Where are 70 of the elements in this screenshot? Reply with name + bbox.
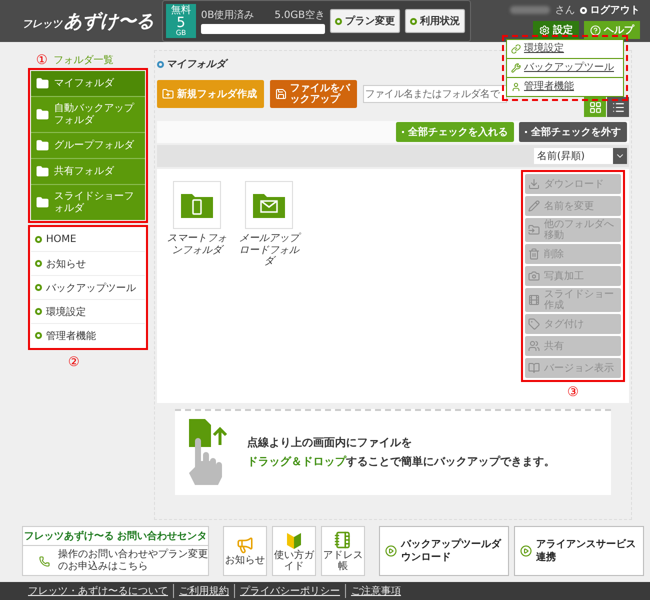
trash-icon <box>528 248 540 260</box>
free-space-label: 5.0GB空き <box>274 8 325 22</box>
folder-icon <box>36 165 49 178</box>
grid-view-toggle[interactable] <box>584 97 606 117</box>
search-field[interactable]: ファイル名またはフォルダ名で <box>363 85 507 103</box>
dropdown-item[interactable]: 環境設定 <box>507 40 623 59</box>
pencil-icon <box>528 200 540 212</box>
folder-icon <box>36 77 49 90</box>
settings-icon <box>539 24 550 36</box>
dropdown-item[interactable]: 管理者機能 <box>507 78 623 96</box>
grid-icon <box>588 100 602 114</box>
address-book-icon <box>334 530 352 548</box>
blurred-username <box>510 6 550 14</box>
annotation-number: ② <box>68 356 80 368</box>
beginner-mark-icon <box>287 530 301 548</box>
footer-link[interactable]: ご利用規約 <box>173 584 234 598</box>
link-icon <box>511 44 521 54</box>
folder-move-icon <box>528 224 540 236</box>
folder-icon <box>36 108 49 121</box>
people-icon <box>528 340 540 352</box>
backup-file-button[interactable]: ファイルをバックアップ <box>270 80 357 108</box>
folder-thumbnail[interactable] <box>245 181 293 229</box>
logout-link[interactable]: ログアウト <box>580 3 640 17</box>
header-button[interactable]: 利用状況 <box>405 9 465 33</box>
camera-icon <box>528 270 540 282</box>
book-icon <box>528 362 540 374</box>
shortcut-tile[interactable]: お知らせ <box>223 526 267 576</box>
footer-link[interactable]: ご注意事項 <box>345 584 406 598</box>
folder-name: メールアップロードフォルダ <box>237 233 301 268</box>
folder-plus-icon <box>162 88 174 100</box>
list-view-toggle[interactable] <box>607 97 629 117</box>
dropdown-item[interactable]: バックアップツール <box>507 59 623 78</box>
user-suffix: さん <box>555 4 575 17</box>
folder-name: スマートフォンフォルダ <box>166 233 228 256</box>
header-button[interactable]: プラン変更 <box>330 9 400 33</box>
list-icon <box>612 100 624 114</box>
phone-icon <box>39 556 50 566</box>
folder-icon <box>36 139 49 152</box>
wrench-icon <box>511 63 521 73</box>
help-icon <box>590 24 601 36</box>
shortcut-tile[interactable]: 使い方ガイド <box>272 526 316 576</box>
film-icon <box>528 294 540 306</box>
uncheck-all-button[interactable]: 全部チェックを外す <box>519 122 627 142</box>
contact-panel[interactable]: フレッツあずけ〜る お問い合わせセンタ 操作のお問い合わせやプラン変更のお申込みはこちら <box>22 526 209 576</box>
usage-label: 0B使用済み <box>201 8 254 22</box>
folder-mail-icon <box>252 191 286 219</box>
shortcut-tile[interactable]: アドレス帳 <box>321 526 365 576</box>
drop-hint-text: 点線より上の画面内にファイルを ドラッグ＆ドロップすることで簡単にバックアップできます。 <box>247 435 555 470</box>
footer-button[interactable]: アライアンスサービス連携 <box>514 526 644 576</box>
footer-link[interactable]: プライバシーポリシー <box>234 584 345 598</box>
folder-thumbnail[interactable] <box>173 181 221 229</box>
megaphone-icon <box>236 536 254 554</box>
play-circle-icon <box>520 545 532 557</box>
folder-smartphone-icon <box>180 191 214 219</box>
folder-icon <box>36 196 49 209</box>
settings-button[interactable]: 設定 <box>533 21 579 39</box>
footer-link[interactable]: フレッツ・あずけ〜るについて <box>28 584 173 598</box>
contact-title: フレッツあずけ〜る お問い合わせセンタ <box>23 527 208 546</box>
sort-select[interactable]: 名前(昇順) <box>534 148 627 164</box>
play-circle-icon <box>385 545 397 557</box>
tag-icon <box>528 318 540 330</box>
annotation-number: ③ <box>567 386 579 399</box>
download-icon <box>528 178 540 190</box>
person-icon <box>511 82 521 92</box>
section-title: フォルダ一覧 <box>54 54 114 67</box>
logo-text: フレッツあずけ〜る <box>22 10 154 33</box>
footer-button[interactable]: バックアップツールダウンロード <box>379 526 509 576</box>
contact-text: 操作のお問い合わせやプラン変更のお申込みはこちら <box>58 549 208 573</box>
annotation-number: ① <box>36 54 48 66</box>
folder-nav-item[interactable]: マイフォルダ <box>31 71 145 97</box>
